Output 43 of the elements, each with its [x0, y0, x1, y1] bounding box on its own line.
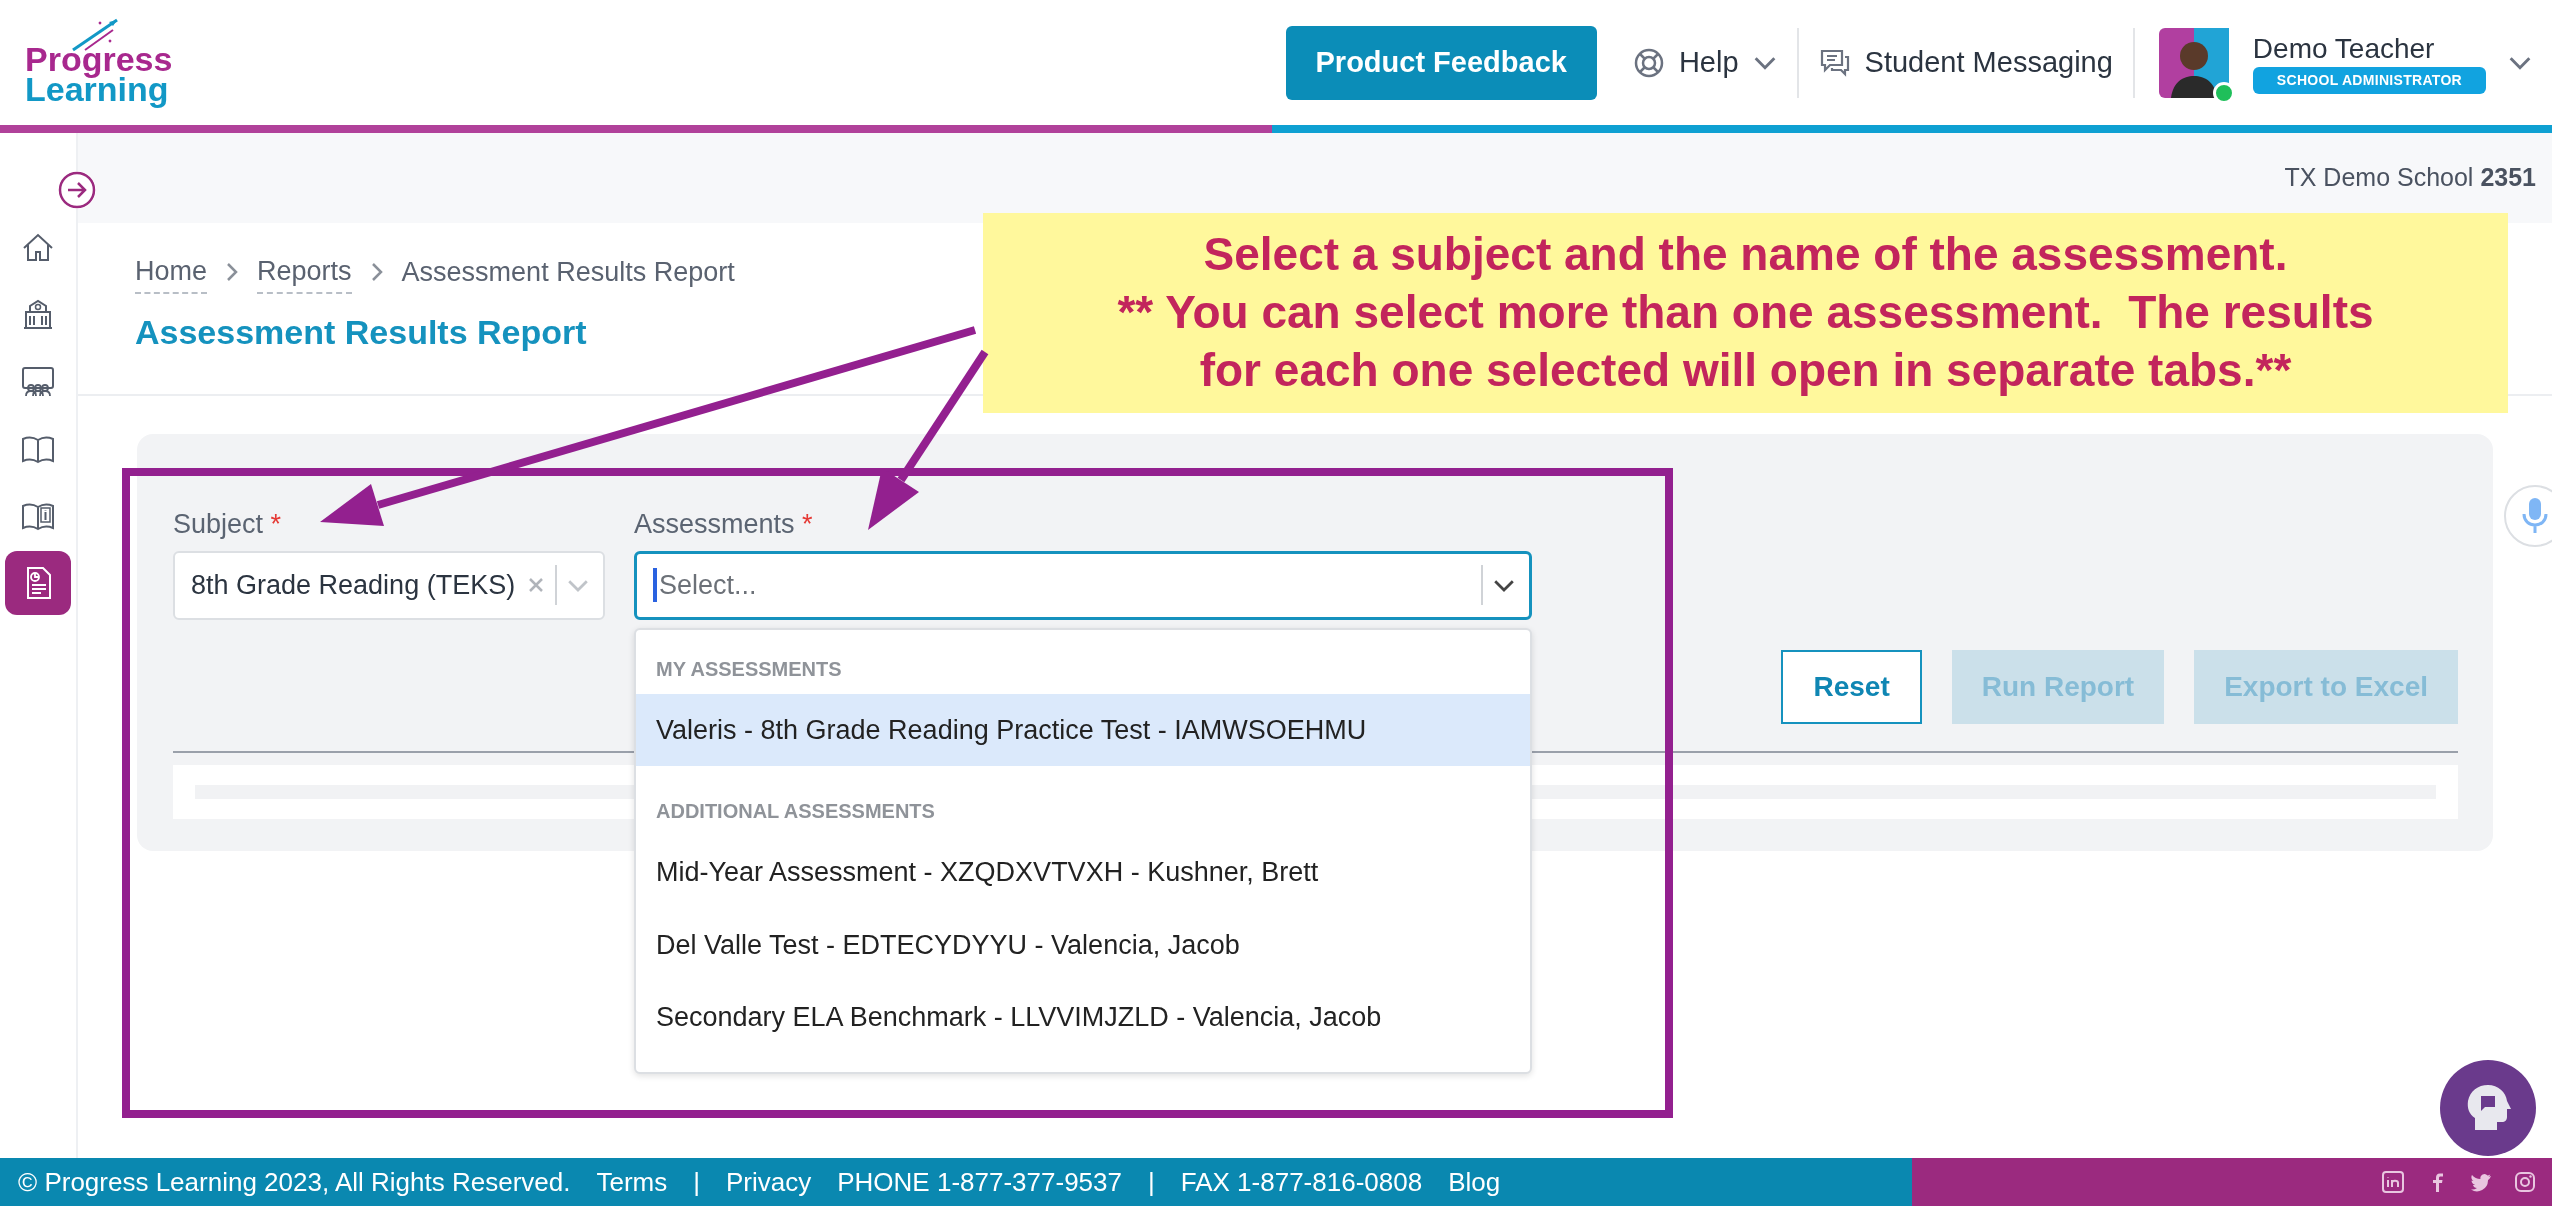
caret-icon — [1752, 55, 1777, 70]
action-button[interactable]: Reset — [1781, 649, 1922, 724]
feedback-button[interactable]: Product Feedback — [1285, 25, 1597, 100]
footer-text: | — [693, 1165, 700, 1199]
instagram-icon[interactable] — [2514, 1171, 2536, 1193]
breadcrumb-link[interactable]: Home — [135, 251, 208, 294]
dropdown-option[interactable]: Mid-Year Assessment - XZQDXVTVXH - Kushner, Brett — [636, 836, 1530, 909]
caret-icon[interactable] — [1493, 578, 1515, 592]
footer-text: PHONE 1-877-377-9537 — [837, 1165, 1122, 1199]
footer-text: Privacy — [726, 1165, 812, 1199]
caret-icon[interactable] — [2508, 55, 2532, 70]
dropdown-option[interactable]: Valeris - 8th Grade Reading Practice Test - IAMWSOEHMU — [636, 693, 1530, 767]
field-label: Subject * — [173, 508, 282, 542]
footer-text: | — [1147, 1165, 1155, 1199]
twitter-icon[interactable] — [2470, 1171, 2492, 1193]
expand-arrow-icon[interactable] — [58, 171, 96, 209]
required-mark: * — [270, 509, 282, 540]
linkedin-icon[interactable] — [2382, 1171, 2404, 1193]
avatar-icon — [2158, 27, 2229, 98]
field-label: Assessments * — [634, 508, 813, 542]
footer-text: FAX 1-877-816-0808 — [1180, 1165, 1423, 1199]
dropdown-option[interactable]: Del Valle Test - EDTECYDYYU - Valencia, Jacob — [636, 908, 1530, 982]
footer-text: Terms — [596, 1165, 668, 1199]
breadcrumb-link[interactable]: Reports — [257, 251, 352, 294]
select-field[interactable]: Select... — [634, 550, 1532, 620]
group-heading: MY ASSESSMENTS — [655, 656, 843, 682]
annotation-note: Select a subject and the name of the assessment. ** You can select more than one assessment. The results for each one selected will open in separate tabs.** — [983, 213, 2508, 413]
footer-text: Blog — [1448, 1165, 1501, 1199]
dropdown-option[interactable]: Secondary ELA Benchmark - LLVVIMJZLD - Valencia, Jacob — [636, 981, 1530, 1054]
user-name: Demo Teacher — [2252, 32, 2435, 66]
messaging-link[interactable]: Student Messaging — [1798, 40, 2133, 85]
school-name: TX Demo School 2351 — [2284, 162, 2536, 194]
breadcrumb-current: Assessment Results Report — [401, 256, 735, 289]
chat-icon — [1818, 47, 1851, 78]
group-heading: ADDITIONAL ASSESSMENTS — [655, 799, 936, 825]
sidebar-item[interactable] — [5, 551, 71, 615]
page-title: Assessment Results Report — [135, 311, 587, 353]
microphone-icon — [2520, 496, 2550, 536]
footer-text: © Progress Learning 2023, All Rights Reserved. — [18, 1165, 571, 1199]
required-mark: * — [802, 509, 813, 540]
lifebuoy-icon — [1632, 46, 1665, 79]
role-badge: SCHOOL ADMINISTRATOR — [2252, 67, 2486, 94]
help-menu[interactable]: Help — [1612, 40, 1797, 85]
